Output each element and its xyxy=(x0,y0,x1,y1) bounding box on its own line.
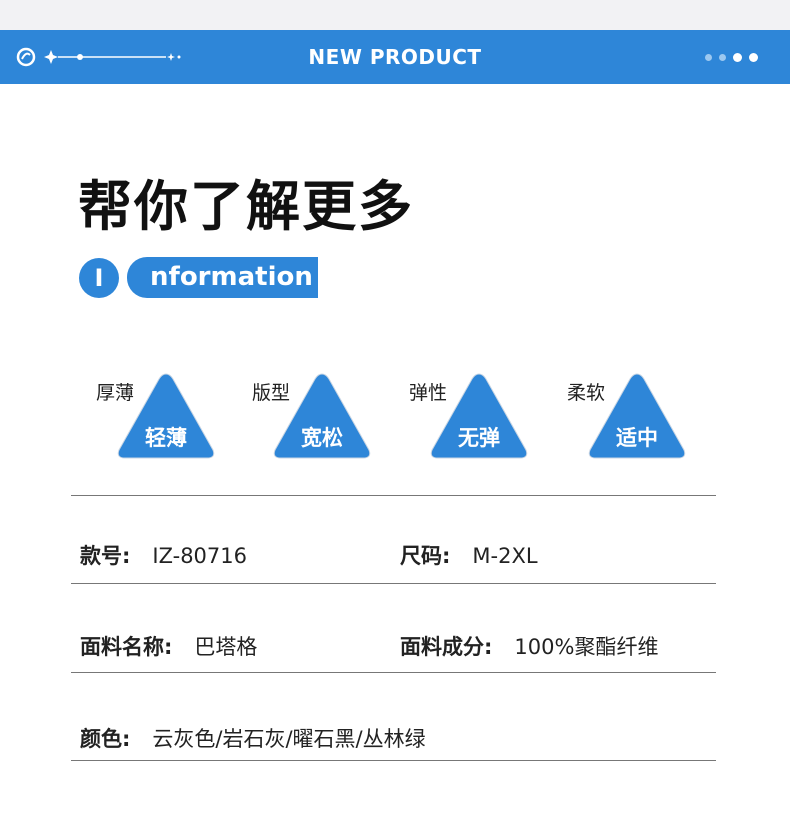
spec-label: 面料名称: xyxy=(80,635,173,659)
pagination-dots xyxy=(705,53,758,62)
dot-icon xyxy=(749,53,758,62)
spec-style-no: 款号: IZ-80716 xyxy=(80,540,247,570)
attribute-fit: 版型 宽松 xyxy=(252,372,412,464)
header-bar: NEW PRODUCT xyxy=(0,30,790,84)
divider xyxy=(71,760,716,761)
attribute-value: 宽松 xyxy=(301,426,343,450)
main-title: 帮你了解更多 xyxy=(78,175,414,238)
spec-value: M-2XL xyxy=(472,544,538,568)
spec-value: 巴塔格 xyxy=(194,635,258,659)
attribute-softness: 柔软 适中 xyxy=(567,372,727,464)
dot-icon xyxy=(719,54,726,61)
info-letter-badge: I xyxy=(79,258,119,298)
attribute-elasticity: 弹性 无弹 xyxy=(409,372,569,464)
info-word-pill: nformation xyxy=(127,257,318,298)
spec-value: 100%聚酯纤维 xyxy=(514,635,659,659)
attribute-value: 适中 xyxy=(616,426,658,450)
spec-color: 颜色: 云灰色/岩石灰/曜石黑/丛林绿 xyxy=(80,723,426,753)
dot-icon xyxy=(705,54,712,61)
header-title: NEW PRODUCT xyxy=(308,45,482,69)
divider xyxy=(71,672,716,673)
divider xyxy=(71,583,716,584)
attribute-thickness: 厚薄 轻薄 xyxy=(96,372,256,464)
divider xyxy=(71,495,716,496)
spec-fabric-name: 面料名称: 巴塔格 xyxy=(80,631,257,661)
attribute-value: 无弹 xyxy=(458,426,500,450)
spec-size: 尺码: M-2XL xyxy=(400,540,538,570)
spec-label: 款号: xyxy=(80,544,131,568)
spec-value: 云灰色/岩石灰/曜石黑/丛林绿 xyxy=(152,727,426,751)
spec-label: 尺码: xyxy=(400,544,451,568)
spec-fabric-composition: 面料成分: 100%聚酯纤维 xyxy=(400,631,658,661)
spec-value: IZ-80716 xyxy=(152,544,247,568)
spec-label: 颜色: xyxy=(80,727,131,751)
top-strip xyxy=(0,0,790,30)
dot-icon xyxy=(733,53,742,62)
spec-label: 面料成分: xyxy=(400,635,493,659)
attribute-value: 轻薄 xyxy=(145,426,187,450)
